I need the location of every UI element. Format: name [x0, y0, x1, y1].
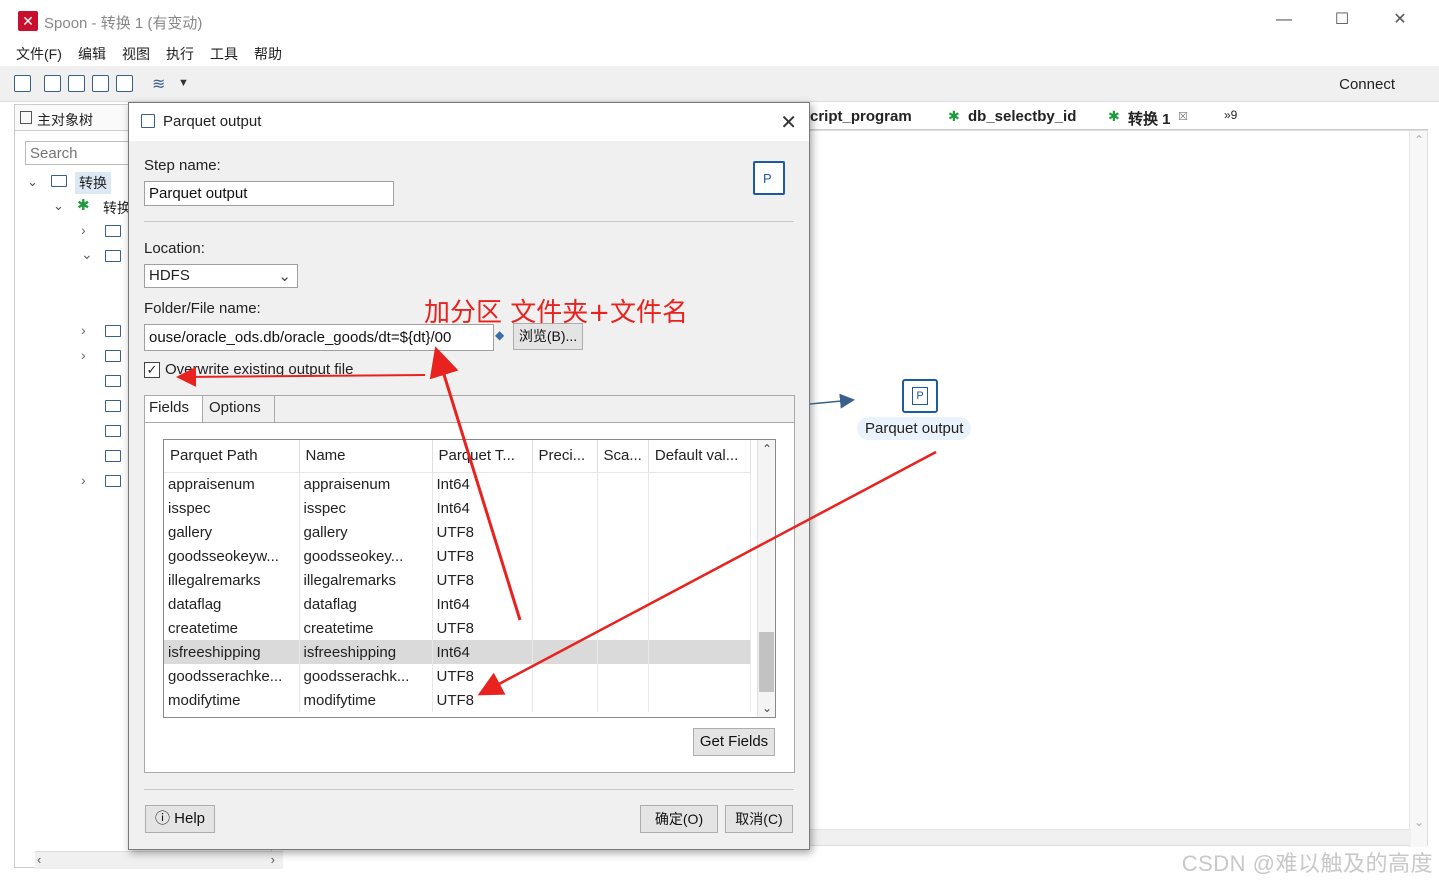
annotation-arrows — [176, 346, 937, 696]
annotation-arrow-fields — [477, 450, 937, 696]
canvas-hop-arrow — [809, 393, 855, 409]
annotation-arrow-overwrite — [176, 366, 426, 387]
annotation-arrow-path — [429, 346, 522, 621]
